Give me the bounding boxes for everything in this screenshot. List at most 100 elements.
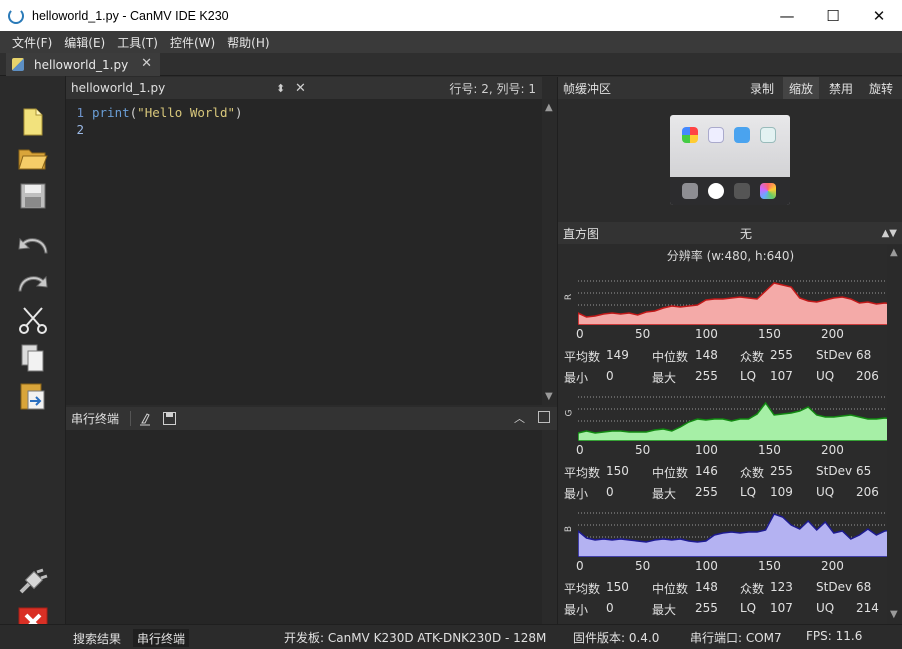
channel-label-r: R xyxy=(564,293,575,301)
stat-value: 68 xyxy=(856,348,872,362)
tick-label: 200 xyxy=(821,327,844,341)
code-paren-close: ) xyxy=(235,105,243,120)
tick-label: 150 xyxy=(758,559,781,573)
undo-button[interactable] xyxy=(16,228,50,260)
tick-label: 150 xyxy=(758,443,781,457)
tick-label: 0 xyxy=(576,559,584,573)
python-file-icon xyxy=(12,58,24,71)
tick-label: 150 xyxy=(758,327,781,341)
stat-label: 平均数 xyxy=(564,350,601,364)
stat-label: 最大 xyxy=(652,603,677,617)
scroll-up-icon[interactable]: ▲ xyxy=(890,247,898,258)
tick-label: 50 xyxy=(635,327,651,341)
menu-bar: 文件(F) 编辑(E) 工具(T) 控件(W) 帮助(H) xyxy=(0,31,902,53)
stat-label: StDev xyxy=(816,464,853,478)
scroll-up-icon[interactable]: ▲ xyxy=(545,102,553,113)
tab-helloworld[interactable]: helloworld_1.py ✕ xyxy=(6,53,160,76)
histogram-scrollbar[interactable]: ▲ ▼ xyxy=(887,245,902,624)
clear-terminal-icon[interactable] xyxy=(138,412,152,426)
stat-value: 107 xyxy=(770,369,793,383)
menu-help[interactable]: 帮助(H) xyxy=(227,34,269,51)
stat-value: 107 xyxy=(770,601,793,615)
serial-terminal-tab[interactable]: 串行终端 xyxy=(133,629,190,647)
connect-button[interactable] xyxy=(16,566,50,598)
serial-port[interactable]: 串行端口: COM7 xyxy=(690,629,782,646)
stat-value: 255 xyxy=(770,348,793,362)
file-switch-arrows-icon[interactable]: ⬍ xyxy=(276,82,285,95)
stat-value: 148 xyxy=(695,348,718,362)
stat-label: 中位数 xyxy=(652,350,689,364)
disable-button[interactable]: 禁用 xyxy=(823,77,859,99)
colorspace-select[interactable]: 无 xyxy=(740,225,752,242)
open-folder-icon xyxy=(18,149,48,170)
menu-edit[interactable]: 编辑(E) xyxy=(64,34,105,51)
code-paren-open: ( xyxy=(129,105,138,120)
cut-button[interactable] xyxy=(16,304,50,336)
menu-file[interactable]: 文件(F) xyxy=(12,34,52,51)
tick-label: 100 xyxy=(695,327,718,341)
record-button[interactable]: 录制 xyxy=(744,77,780,99)
stat-label: UQ xyxy=(816,369,835,383)
plug-connect-icon xyxy=(19,568,48,594)
menu-widgets[interactable]: 控件(W) xyxy=(170,34,215,51)
rotate-button[interactable]: 旋转 xyxy=(863,77,899,99)
stat-label: UQ xyxy=(816,485,835,499)
stat-value: 123 xyxy=(770,580,793,594)
framebuffer-image xyxy=(670,115,790,205)
spinner-arrows-icon[interactable]: ▲▼ xyxy=(882,228,897,239)
save-icon xyxy=(20,183,46,209)
undo-icon xyxy=(18,237,48,254)
tick-label: 200 xyxy=(821,443,844,457)
stat-label: 平均数 xyxy=(564,466,601,480)
zoom-button[interactable]: 缩放 xyxy=(783,77,820,99)
scroll-down-icon[interactable]: ▼ xyxy=(545,391,553,402)
code-line-1: 1 print("Hello World") xyxy=(66,104,243,121)
stat-label: 中位数 xyxy=(652,466,689,480)
collapse-up-icon[interactable]: ︿ xyxy=(514,410,525,426)
stat-value: 255 xyxy=(695,601,718,615)
open-file-button[interactable] xyxy=(16,142,50,174)
stat-value: 255 xyxy=(695,369,718,383)
right-panel: 帧缓冲区 录制 缩放 禁用 旋转 直方图 无 ▲▼ 分辨率 (w:480, h:… xyxy=(557,77,902,624)
histogram-area xyxy=(578,274,902,325)
stat-label: 最小 xyxy=(564,603,589,617)
stat-label: StDev xyxy=(816,348,853,362)
minimize-panel-icon[interactable] xyxy=(538,411,550,423)
calculator-app-icon xyxy=(734,183,750,199)
framebuffer-title: 帧缓冲区 xyxy=(563,81,612,96)
fps-readout: FPS: 11.6 xyxy=(806,629,863,643)
tab-close-icon[interactable]: ✕ xyxy=(141,56,152,71)
menu-tools[interactable]: 工具(T) xyxy=(117,34,158,51)
save-log-icon[interactable] xyxy=(163,412,176,425)
serial-terminal-output[interactable] xyxy=(66,430,542,624)
editor-scrollbar[interactable]: ▲ ▼ xyxy=(542,99,557,405)
code-editor[interactable]: 1 print("Hello World") 2 xyxy=(66,99,542,405)
photos-app-icon xyxy=(682,127,698,143)
scroll-down-icon[interactable]: ▼ xyxy=(890,609,898,620)
channel-label-g: G xyxy=(564,409,575,417)
editor-close-icon[interactable]: ✕ xyxy=(295,81,306,96)
red-histogram xyxy=(578,274,902,325)
stat-label: 最小 xyxy=(564,487,589,501)
maps-app-icon xyxy=(708,127,724,143)
terminal-scrollbar[interactable] xyxy=(542,430,557,624)
tick-label: 100 xyxy=(695,559,718,573)
stat-value: 255 xyxy=(770,464,793,478)
framebuffer-header: 帧缓冲区 录制 缩放 禁用 旋转 xyxy=(558,77,902,99)
redo-button[interactable] xyxy=(16,266,50,298)
minimize-button[interactable]: — xyxy=(764,0,810,31)
search-results-tab[interactable]: 搜索结果 xyxy=(69,629,125,647)
save-button[interactable] xyxy=(16,180,50,212)
close-button[interactable]: ✕ xyxy=(856,0,902,31)
paste-button[interactable] xyxy=(16,380,50,412)
editor-filename: helloworld_1.py xyxy=(71,81,166,95)
new-file-button[interactable] xyxy=(16,106,50,138)
code-string: "Hello World" xyxy=(137,105,236,120)
clock-app-icon xyxy=(708,183,724,199)
stat-value: 148 xyxy=(695,580,718,594)
stat-label: 众数 xyxy=(740,350,765,364)
tab-label: helloworld_1.py xyxy=(34,57,129,72)
copy-button[interactable] xyxy=(16,342,50,374)
divider xyxy=(130,411,131,426)
maximize-button[interactable]: ☐ xyxy=(810,0,856,31)
